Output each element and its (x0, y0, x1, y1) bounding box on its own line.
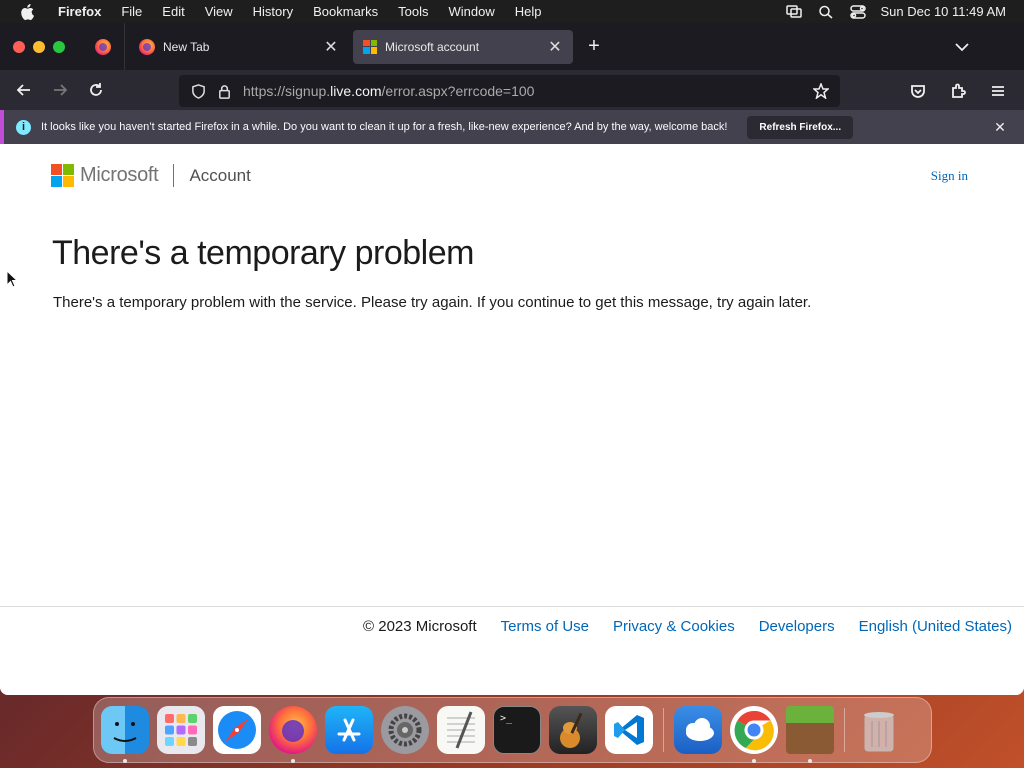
close-tab-icon[interactable]: ✕ (323, 39, 339, 56)
menu-edit[interactable]: Edit (152, 0, 194, 23)
url-text[interactable]: https://signup.live.com/error.aspx?errco… (243, 83, 808, 99)
window-controls (13, 40, 65, 53)
apple-menu-icon[interactable] (18, 3, 36, 21)
brand-wordmark: Microsoft (80, 164, 159, 186)
url-prefix: https://signup. (243, 83, 331, 99)
refresh-firefox-button[interactable]: Refresh Firefox... (747, 115, 854, 139)
page-footer: © 2023 Microsoft Terms of Use Privacy & … (0, 606, 1024, 646)
notification-bar: i It looks like you haven’t started Fire… (0, 110, 1024, 144)
tab-title: Microsoft account (385, 39, 480, 54)
dock-separator (844, 708, 845, 752)
tab-title: New Tab (163, 39, 210, 54)
terms-of-use-link[interactable]: Terms of Use (501, 618, 589, 635)
tab-new-tab[interactable]: New Tab ✕ (129, 30, 349, 64)
menu-history[interactable]: History (243, 0, 303, 23)
extensions-puzzle-icon[interactable] (942, 75, 974, 107)
firefox-icon (139, 38, 155, 55)
dock-launchpad-icon[interactable] (157, 706, 205, 754)
dock-trash-icon[interactable] (855, 706, 903, 754)
url-host: live.com (330, 83, 382, 99)
copyright-text: © 2023 Microsoft (363, 618, 477, 635)
notification-message: It looks like you haven’t started Firefo… (41, 121, 728, 133)
pocket-icon[interactable] (902, 75, 934, 107)
menu-help[interactable]: Help (505, 0, 552, 23)
dock-garageband-icon[interactable] (549, 706, 597, 754)
terminal-prompt-glyph: >_ (500, 713, 513, 724)
new-tab-button[interactable]: + (579, 32, 609, 62)
dock-firefox-icon[interactable] (269, 706, 317, 763)
header-divider (173, 164, 175, 187)
sign-in-link[interactable]: Sign in (931, 168, 968, 184)
menu-app-name[interactable]: Firefox (48, 0, 111, 23)
error-message: There's a temporary problem with the ser… (53, 294, 812, 311)
dock-vscode-icon[interactable] (605, 706, 653, 754)
tab-strip: New Tab ✕ Microsoft account ✕ + (0, 23, 1024, 70)
firefox-window: New Tab ✕ Microsoft account ✕ + https://… (0, 23, 1024, 695)
control-center-icon[interactable] (842, 0, 874, 23)
menu-tools[interactable]: Tools (388, 0, 438, 23)
menu-window[interactable]: Window (439, 0, 505, 23)
minimize-window-button[interactable] (33, 40, 45, 53)
url-suffix: /error.aspx?errcode=100 (381, 83, 535, 99)
menu-file[interactable]: File (111, 0, 152, 23)
mouse-cursor-icon (6, 270, 18, 288)
dock-finder-icon[interactable] (101, 706, 149, 763)
url-bar[interactable]: https://signup.live.com/error.aspx?errco… (179, 75, 840, 107)
screen-mirroring-icon[interactable] (778, 0, 810, 23)
close-notification-icon[interactable]: ✕ (992, 119, 1008, 135)
dock-minecraft-icon[interactable] (786, 706, 834, 763)
page-content: Microsoft Account Sign in There's a temp… (0, 144, 1024, 695)
page-title: There's a temporary problem (52, 234, 474, 272)
macos-menu-bar: Firefox File Edit View History Bookmarks… (0, 0, 1024, 23)
menu-view[interactable]: View (195, 0, 243, 23)
tab-microsoft-account[interactable]: Microsoft account ✕ (353, 29, 573, 64)
hamburger-menu-icon[interactable] (982, 75, 1014, 107)
fullscreen-window-button[interactable] (53, 40, 65, 53)
info-icon: i (16, 119, 31, 135)
dock-system-preferences-icon[interactable] (381, 706, 429, 754)
back-button[interactable] (8, 74, 40, 106)
dock-safari-icon[interactable] (213, 706, 261, 754)
privacy-cookies-link[interactable]: Privacy & Cookies (613, 618, 735, 635)
close-tab-icon[interactable]: ✕ (547, 39, 563, 56)
dock-app-store-icon[interactable] (325, 706, 373, 754)
dock-weather-icon[interactable] (674, 706, 722, 754)
reload-button[interactable] (80, 74, 112, 106)
spotlight-search-icon[interactable] (810, 0, 842, 23)
menu-bar-clock[interactable]: Sun Dec 10 11:49 AM (874, 4, 1024, 19)
bookmark-star-icon[interactable] (808, 78, 834, 104)
microsoft-header: Microsoft Account (51, 164, 251, 187)
tracking-protection-shield-icon[interactable] (185, 78, 211, 104)
dock-google-chrome-icon[interactable] (730, 706, 778, 763)
microsoft-logo-icon (51, 164, 74, 187)
pinned-tab-firefox[interactable] (81, 23, 125, 70)
menu-bookmarks[interactable]: Bookmarks (303, 0, 388, 23)
lock-icon[interactable] (211, 78, 237, 104)
dock-separator (663, 708, 664, 752)
close-window-button[interactable] (13, 40, 25, 53)
dock-textedit-icon[interactable] (437, 706, 485, 754)
dock-terminal-icon[interactable]: >_ (493, 706, 541, 754)
developers-link[interactable]: Developers (759, 618, 835, 635)
forward-button[interactable] (44, 74, 76, 106)
section-title[interactable]: Account (189, 166, 250, 186)
language-selector-link[interactable]: English (United States) (859, 618, 1012, 635)
list-all-tabs-icon[interactable] (950, 35, 974, 59)
toolbar-right-group (902, 75, 1018, 107)
microsoft-icon (363, 39, 377, 54)
firefox-icon (94, 38, 111, 55)
macos-dock: >_ (93, 697, 932, 763)
